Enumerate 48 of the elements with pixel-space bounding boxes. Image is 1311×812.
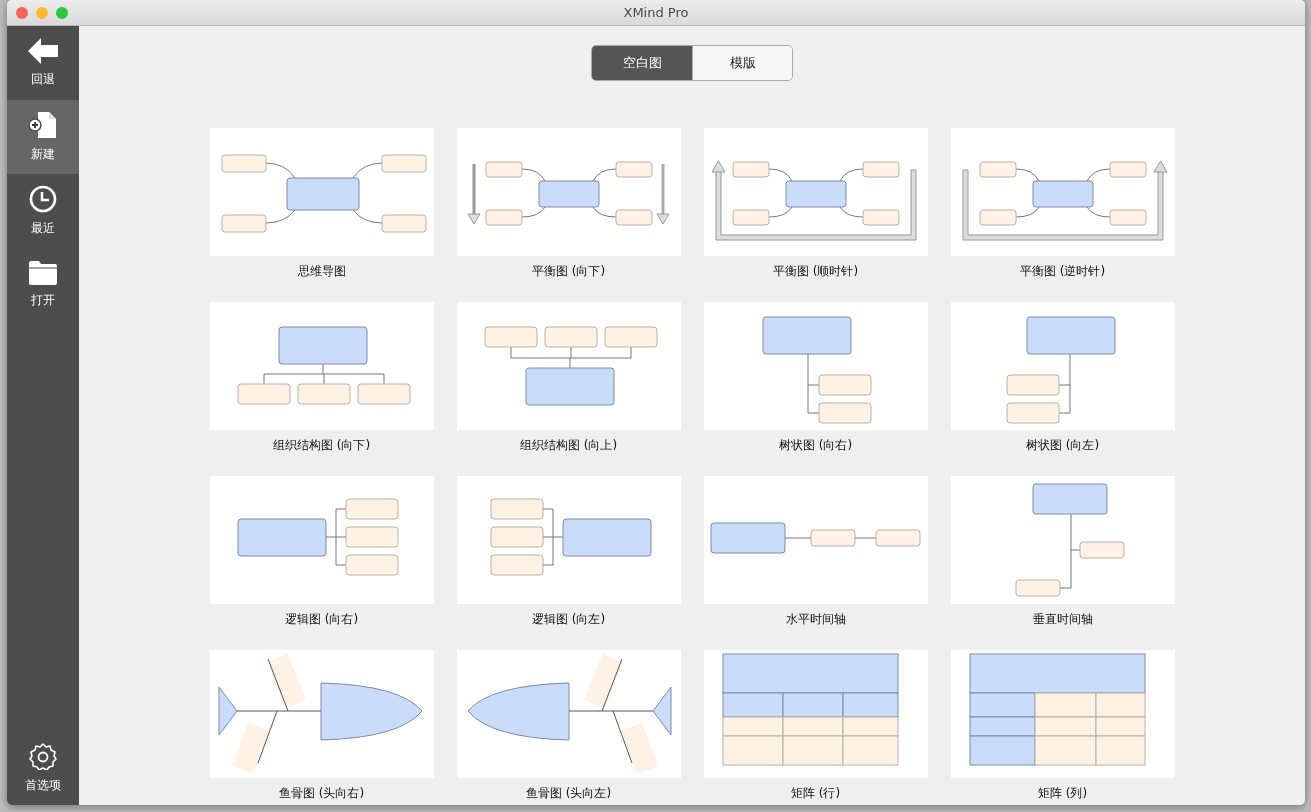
sidebar-item[interactable]: 最近 — [7, 174, 79, 248]
template-label: 矩阵 (行) — [790, 785, 841, 802]
folder-icon — [29, 261, 57, 285]
template-label: 逻辑图 (向右) — [284, 611, 359, 628]
template-label: 组织结构图 (向下) — [272, 437, 371, 454]
segment-tab[interactable]: 模版 — [692, 46, 792, 80]
template-label: 鱼骨图 (头向左) — [525, 785, 612, 802]
template-thumbnail[interactable] — [703, 128, 928, 256]
template-thumbnail[interactable] — [456, 128, 681, 256]
template-thumbnail[interactable] — [703, 650, 928, 778]
settings-icon — [29, 742, 57, 770]
template-label: 平衡图 (逆时针) — [1019, 263, 1106, 280]
sidebar-item[interactable]: 打开 — [7, 248, 79, 322]
template-thumbnail[interactable] — [456, 650, 681, 778]
template-thumbnail[interactable] — [209, 476, 434, 604]
template-label: 树状图 (向左) — [1025, 437, 1100, 454]
template-thumbnail[interactable] — [456, 476, 681, 604]
zoom-button[interactable] — [56, 6, 68, 19]
template-thumbnail[interactable] — [703, 476, 928, 604]
template-thumbnail[interactable] — [456, 302, 681, 430]
minimize-button[interactable] — [36, 6, 48, 19]
template-thumbnail[interactable] — [209, 128, 434, 256]
template-label: 思维导图 — [297, 263, 346, 280]
template-thumbnail[interactable] — [703, 302, 928, 430]
template-label: 树状图 (向右) — [778, 437, 853, 454]
template-label: 垂直时间轴 — [1032, 611, 1093, 628]
clock-icon — [29, 185, 57, 213]
segment-tab[interactable]: 空白图 — [592, 46, 692, 80]
window-title: XMind Pro — [623, 4, 689, 20]
template-label: 水平时间轴 — [785, 611, 846, 628]
template-thumbnail[interactable] — [950, 650, 1175, 778]
template-thumbnail[interactable] — [950, 476, 1175, 604]
template-label: 平衡图 (顺时针) — [772, 263, 859, 280]
sidebar-item[interactable]: 首选项 — [7, 731, 79, 805]
new-file-icon — [29, 111, 57, 139]
template-thumbnail[interactable] — [950, 128, 1175, 256]
template-label: 平衡图 (向下) — [531, 263, 606, 280]
back-arrow-icon — [28, 38, 58, 64]
template-label: 逻辑图 (向左) — [531, 611, 606, 628]
sidebar-item[interactable]: 回退 — [7, 26, 79, 100]
template-label: 鱼骨图 (头向右) — [278, 785, 365, 802]
template-thumbnail[interactable] — [950, 302, 1175, 430]
template-thumbnail[interactable] — [209, 650, 434, 778]
template-label: 矩阵 (列) — [1037, 785, 1088, 802]
template-label: 组织结构图 (向上) — [519, 437, 618, 454]
close-button[interactable] — [16, 6, 28, 19]
template-thumbnail[interactable] — [209, 302, 434, 430]
sidebar-item[interactable]: 新建 — [7, 100, 79, 174]
